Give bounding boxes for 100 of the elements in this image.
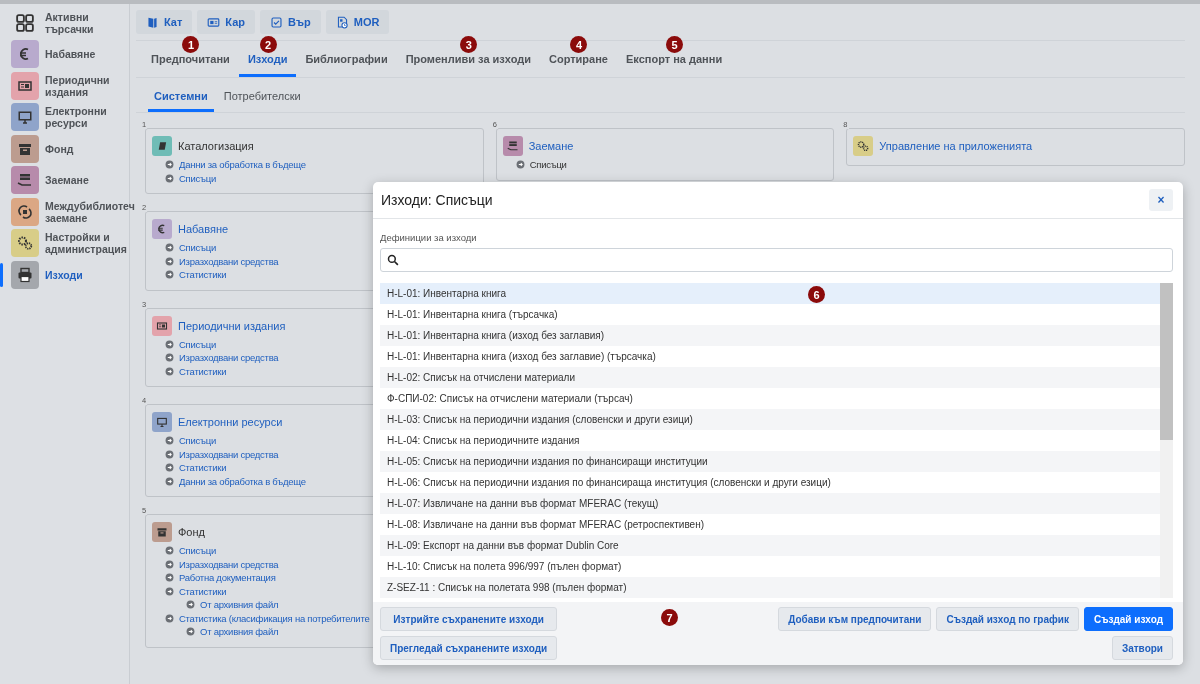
list-item[interactable]: H-L-05: Списък на периодични издания по финансиращи институции — [380, 451, 1160, 472]
sidebar-item[interactable]: Активни търсачки — [0, 7, 129, 39]
arrow-circle-icon — [165, 353, 174, 363]
number-marker: 1 — [182, 36, 200, 53]
list-item[interactable]: H-L-07: Извличане на данни във формат MFERAC (текущ) — [380, 493, 1160, 514]
number-marker: 5 — [666, 36, 684, 53]
card-title-link[interactable]: Управление на приложенията — [879, 140, 1033, 152]
list-item[interactable]: H-L-02: Списък на отчислени материали — [380, 367, 1160, 388]
id-card-icon — [207, 15, 221, 29]
stack-hand-icon — [17, 172, 33, 189]
link[interactable]: Статистики — [179, 585, 227, 597]
toolbar-button[interactable]: Кат — [136, 10, 193, 34]
sidebar-label: Активни търсачки — [45, 10, 95, 35]
document-clock-icon — [335, 15, 349, 29]
link[interactable]: Изразходвани средства — [179, 448, 279, 460]
close-button[interactable]: × — [1149, 189, 1173, 211]
sidebar-label: Заемане — [45, 174, 90, 187]
scrollbar-thumb[interactable] — [1160, 283, 1173, 440]
link[interactable]: Изразходвани средства — [179, 558, 279, 570]
sidebar-item[interactable]: Настройки и администрация — [0, 227, 129, 259]
link[interactable]: Данни за обработка в бъдеще — [179, 475, 306, 487]
arrow-circle-icon — [165, 573, 174, 583]
search-icon — [387, 254, 399, 266]
link[interactable]: Статистики — [179, 462, 227, 474]
dialog-title: Изходи: Списъци — [381, 192, 493, 208]
sidebar-label: Настройки и администрация — [45, 231, 128, 256]
button[interactable]: Добави към предпочитани — [778, 607, 932, 631]
arrow-circle-icon — [165, 613, 174, 623]
number-marker: 7 — [661, 609, 678, 626]
number-marker: 2 — [259, 36, 277, 53]
arrow-circle-icon — [165, 173, 174, 183]
arrow-circle-icon — [165, 256, 174, 266]
arrow-circle-icon — [186, 600, 195, 610]
card-title: Каталогизация — [178, 140, 254, 152]
link[interactable]: Статистики — [179, 269, 227, 281]
search-field[interactable] — [380, 248, 1173, 272]
sidebar-label: Фонд — [45, 142, 75, 155]
arrow-circle-icon — [165, 339, 174, 349]
gears-icon — [17, 235, 33, 252]
sidebar-item[interactable]: Изходи — [0, 259, 129, 291]
arrow-circle-icon — [165, 476, 174, 486]
button[interactable]: Създай изход по график — [936, 607, 1079, 631]
arrow-circle-icon — [165, 270, 174, 280]
sidebar-label: Набавяне — [45, 48, 97, 61]
link[interactable]: Работна документация — [179, 572, 276, 584]
number-marker: 3 — [460, 36, 478, 53]
link[interactable]: Списъци — [179, 435, 216, 447]
exchange-icon — [17, 203, 33, 220]
arrow-circle-icon — [165, 586, 174, 596]
field-label: Дефиниции за изходи — [380, 232, 478, 243]
card-title-link[interactable]: Заемане — [528, 140, 574, 152]
link[interactable]: От архивния файл — [200, 599, 279, 611]
list-item[interactable]: Z-SEZ-11 : Списък на полетата 998 (пълен формат) — [380, 577, 1160, 598]
arrow-circle-icon — [165, 546, 174, 556]
arrow-circle-icon — [165, 160, 174, 170]
link[interactable]: Изразходвани средства — [179, 352, 279, 364]
card-title-link[interactable]: Периодични издания — [178, 319, 286, 332]
arrow-circle-icon — [165, 436, 174, 446]
arrow-circle-icon — [165, 463, 174, 473]
link[interactable]: Данни за обработка в бъдеще — [179, 159, 306, 171]
sidebar-label: Електронни ресурси — [45, 105, 108, 130]
link[interactable]: От архивния файл — [200, 626, 279, 638]
grid-icon — [16, 13, 34, 32]
printer-icon — [17, 266, 33, 283]
list-item[interactable]: H-L-03: Списък на периодични издания (словенски и други езици) — [380, 409, 1160, 430]
tab[interactable]: Потребителски — [217, 86, 307, 112]
sidebar-item[interactable]: Фонд — [0, 133, 129, 165]
arrow-circle-icon — [165, 243, 174, 253]
sidebar-item[interactable]: Набавяне — [0, 38, 129, 70]
list-item[interactable]: H-L-01: Инвентарна книга (изход без заглавия) — [380, 325, 1160, 346]
checkbox-icon — [270, 15, 284, 29]
card-title-link[interactable]: Електронни ресурси — [178, 416, 283, 428]
arrow-circle-icon — [165, 449, 174, 459]
link[interactable]: Списъци — [179, 338, 216, 350]
tab[interactable]: Библиографии — [296, 45, 397, 77]
arrow-circle-icon — [165, 559, 174, 569]
sidebar-label: Изходи — [45, 268, 84, 281]
tab[interactable]: Системни — [148, 86, 214, 112]
toolbar-button[interactable]: Кар — [197, 10, 256, 34]
arrow-circle-icon — [165, 366, 174, 376]
sidebar-item[interactable]: Периодични издания — [0, 70, 129, 102]
sidebar-item[interactable]: Заемане — [0, 164, 129, 196]
button[interactable]: Прегледай съхранените изходи — [380, 636, 558, 660]
toolbar-button[interactable]: Вър — [260, 10, 321, 34]
button[interactable]: Създай изход — [1083, 607, 1173, 631]
link[interactable]: Изразходвани средства — [179, 255, 279, 267]
close-button[interactable]: Затвори — [1111, 636, 1173, 660]
card-title-link[interactable]: Набавяне — [178, 223, 229, 235]
link[interactable]: Списъци — [179, 545, 216, 557]
link[interactable]: Статистика (класификация на потребителите — [179, 612, 370, 624]
number-marker: 4 — [570, 36, 588, 53]
link[interactable]: Списъци — [179, 172, 216, 184]
button[interactable]: Изтрийте съхранените изходи — [380, 607, 558, 631]
list-item[interactable]: H-L-09: Експорт на данни във формат Dublin Core — [380, 535, 1160, 556]
item-label: Списъци — [529, 159, 567, 171]
card-title: Фонд — [178, 526, 205, 538]
link[interactable]: Списъци — [179, 242, 216, 254]
toolbar-button[interactable]: MOR — [325, 10, 390, 34]
link[interactable]: Статистики — [179, 365, 227, 377]
sidebar-item[interactable]: Електронни ресурси — [0, 101, 129, 133]
